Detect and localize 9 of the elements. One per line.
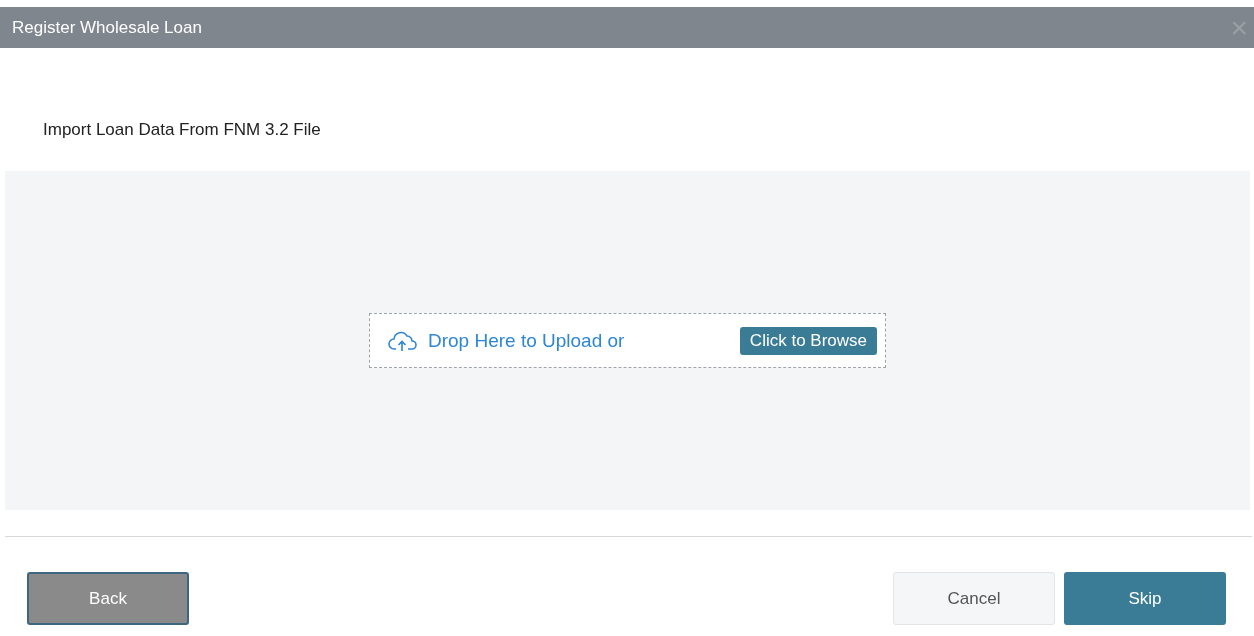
- window-title: Register Wholesale Loan: [12, 17, 202, 38]
- cancel-button[interactable]: Cancel: [893, 572, 1055, 625]
- cloud-upload-icon: [388, 329, 418, 352]
- section-heading: Import Loan Data From FNM 3.2 File: [43, 120, 322, 141]
- drop-instruction: Drop Here to Upload or: [428, 329, 626, 352]
- back-button[interactable]: Back: [27, 572, 189, 625]
- skip-button[interactable]: Skip: [1064, 572, 1226, 625]
- browse-button[interactable]: Click to Browse: [739, 326, 877, 355]
- upload-dropzone[interactable]: Drop Here to Upload or Click to Browse: [369, 313, 886, 368]
